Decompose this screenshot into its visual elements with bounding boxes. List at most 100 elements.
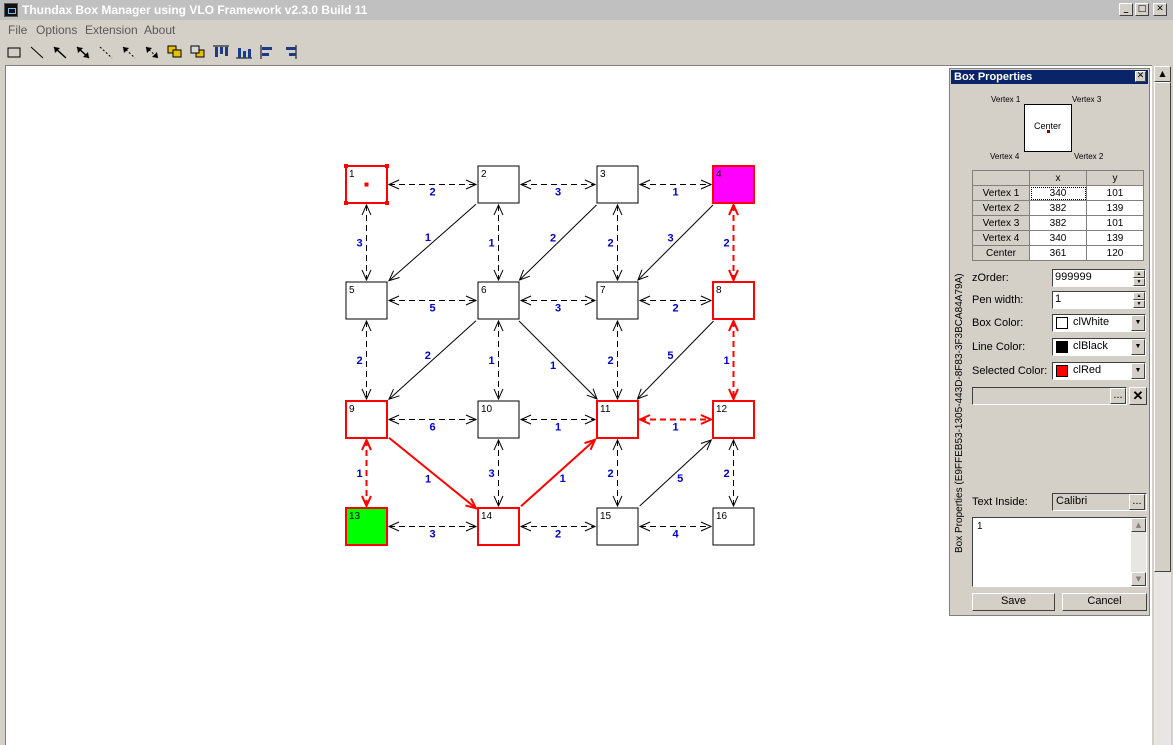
- panel-title: Box Properties: [954, 71, 1033, 83]
- toolbar: [0, 40, 1173, 64]
- spin-up-icon[interactable]: ▲: [1133, 292, 1145, 300]
- table-header-x: x: [1029, 170, 1087, 186]
- edge-line[interactable]: [639, 439, 712, 507]
- preview-center-dot: [1047, 130, 1050, 133]
- menu-options[interactable]: Options: [36, 23, 77, 37]
- arrow-tool-icon[interactable]: [49, 43, 71, 61]
- edge-weight-label: 6: [429, 422, 435, 434]
- rectangle-tool-icon[interactable]: [3, 43, 25, 61]
- selection-handle[interactable]: [385, 201, 389, 205]
- panel-side-strip: Box Properties (E9FFEB53-1305-443D-8F83-…: [951, 85, 969, 613]
- edge-line[interactable]: [637, 320, 714, 400]
- scroll-up-icon[interactable]: ▲: [1131, 518, 1146, 532]
- edge-line[interactable]: [388, 320, 477, 400]
- edge-weight-label: 1: [555, 422, 561, 434]
- edge-weight-label: 1: [672, 422, 678, 434]
- menu-file[interactable]: File: [8, 23, 27, 37]
- box-label: 11: [600, 404, 611, 415]
- align-top-icon[interactable]: [210, 43, 232, 61]
- maximize-button[interactable]: □: [1135, 3, 1149, 16]
- table-cell[interactable]: 120: [1086, 245, 1144, 261]
- align-left-icon[interactable]: [256, 43, 278, 61]
- panel-title-bar[interactable]: Box Properties ✕: [951, 70, 1148, 84]
- edge-line[interactable]: [518, 320, 598, 400]
- box-preview: Vertex 1 Vertex 3 Vertex 4 Vertex 2 Cent…: [971, 86, 1149, 166]
- double-arrow-tool-icon[interactable]: [72, 43, 94, 61]
- menu-about[interactable]: About: [144, 23, 175, 37]
- menu-extension[interactable]: Extension: [85, 23, 138, 37]
- scroll-down-icon[interactable]: ▼: [1131, 572, 1146, 586]
- edge-line[interactable]: [637, 204, 714, 281]
- pen-width-spinner[interactable]: ▲ ▼: [1133, 292, 1145, 308]
- dashed-line-tool-icon[interactable]: [95, 43, 117, 61]
- edge-weight-label: 5: [667, 350, 673, 362]
- edge-line[interactable]: [388, 436, 477, 510]
- table-row: Vertex 4 340 139: [972, 230, 1144, 246]
- edge-weight-label: 4: [672, 529, 679, 541]
- table-row: Vertex 1 340 101: [972, 185, 1144, 201]
- selection-handle[interactable]: [385, 164, 389, 168]
- table-cell[interactable]: 340: [1029, 230, 1087, 246]
- vertical-scrollbar[interactable]: ▲: [1154, 66, 1171, 745]
- panel-side-label: Box Properties (E9FFEB53-1305-443D-8F83-…: [954, 273, 965, 553]
- selection-handle[interactable]: [344, 164, 348, 168]
- window-title: Thundax Box Manager using VLO Framework …: [22, 3, 368, 17]
- box-label: 13: [349, 511, 361, 522]
- cancel-button[interactable]: Cancel: [1062, 593, 1147, 611]
- table-cell[interactable]: 139: [1086, 200, 1144, 216]
- dashed-double-arrow-tool-icon[interactable]: [141, 43, 163, 61]
- text-inside-memo[interactable]: 1 ▲ ▼: [972, 517, 1147, 587]
- line-tool-icon[interactable]: [26, 43, 48, 61]
- scroll-up-icon[interactable]: ▲: [1154, 66, 1171, 82]
- zorder-spinner[interactable]: ▲ ▼: [1133, 270, 1145, 286]
- selected-color-select[interactable]: clRed ▼: [1052, 362, 1146, 380]
- close-button[interactable]: ✕: [1153, 3, 1167, 16]
- table-cell[interactable]: 382: [1029, 215, 1087, 231]
- chevron-down-icon[interactable]: ▼: [1131, 339, 1145, 355]
- box-color-select[interactable]: clWhite ▼: [1052, 314, 1146, 332]
- align-right-icon[interactable]: [279, 43, 301, 61]
- row-header: Vertex 2: [972, 200, 1030, 216]
- spin-down-icon[interactable]: ▼: [1133, 278, 1145, 286]
- scroll-thumb[interactable]: [1154, 82, 1171, 572]
- save-button[interactable]: Save: [972, 593, 1055, 611]
- spin-up-icon[interactable]: ▲: [1133, 270, 1145, 278]
- table-cell[interactable]: 340: [1029, 185, 1087, 201]
- browse-button[interactable]: ...: [1110, 388, 1126, 404]
- chevron-down-icon[interactable]: ▼: [1131, 363, 1145, 379]
- title-bar[interactable]: Thundax Box Manager using VLO Framework …: [0, 0, 1173, 20]
- selection-handle[interactable]: [364, 182, 369, 187]
- pen-width-input[interactable]: 1 ▲ ▼: [1052, 291, 1146, 309]
- spin-down-icon[interactable]: ▼: [1133, 300, 1145, 308]
- chevron-down-icon[interactable]: ▼: [1131, 315, 1145, 331]
- path-input[interactable]: [972, 387, 1127, 405]
- box-properties-panel: Box Properties ✕ Box Properties (E9FFEB5…: [949, 68, 1150, 616]
- zorder-input[interactable]: 999999 ▲ ▼: [1052, 269, 1146, 287]
- edge-line[interactable]: [519, 204, 597, 281]
- align-bottom-icon[interactable]: [233, 43, 255, 61]
- app-icon: [4, 3, 18, 17]
- memo-scrollbar[interactable]: ▲ ▼: [1131, 518, 1146, 586]
- clear-icon[interactable]: ✕: [1129, 387, 1147, 405]
- dashed-arrow-tool-icon[interactable]: [118, 43, 140, 61]
- font-browse-button[interactable]: ...: [1129, 494, 1145, 510]
- table-cell[interactable]: 361: [1029, 245, 1087, 261]
- panel-close-icon[interactable]: ✕: [1135, 71, 1146, 82]
- edge-weight-label: 2: [607, 468, 613, 480]
- font-input[interactable]: Calibri ...: [1052, 493, 1147, 511]
- table-cell[interactable]: 382: [1029, 200, 1087, 216]
- line-color-select[interactable]: clBlack ▼: [1052, 338, 1146, 356]
- minimize-button[interactable]: _: [1119, 3, 1133, 16]
- edge-weight-label: 3: [667, 233, 673, 245]
- selection-handle[interactable]: [344, 201, 348, 205]
- edge-line[interactable]: [520, 438, 596, 508]
- send-to-back-icon[interactable]: [187, 43, 209, 61]
- bring-to-front-icon[interactable]: [164, 43, 186, 61]
- edge-weight-label: 2: [672, 303, 678, 315]
- table-cell[interactable]: 139: [1086, 230, 1144, 246]
- table-cell[interactable]: 101: [1086, 185, 1144, 201]
- edge-weight-label: 2: [555, 529, 561, 541]
- vertex-4-label: Vertex 4: [990, 152, 1020, 161]
- table-cell[interactable]: 101: [1086, 215, 1144, 231]
- edge-line[interactable]: [388, 203, 477, 282]
